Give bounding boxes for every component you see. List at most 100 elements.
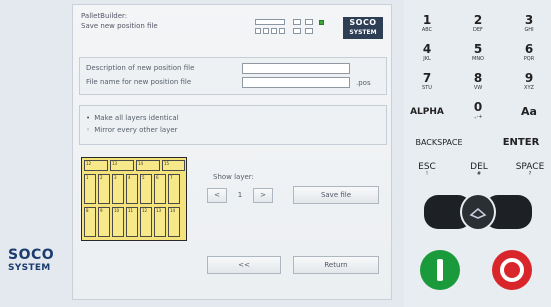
hardware-keypad: 1 ABC 2 DEF 3 GHI 4 JKL 5 MNO 6 PQR 7 ST… xyxy=(404,0,551,307)
block-icon xyxy=(271,28,277,34)
key-8[interactable]: 8 VW xyxy=(465,71,491,92)
key-1-letters: ABC xyxy=(421,27,433,33)
block-icon xyxy=(255,28,261,34)
grid-box: 12 xyxy=(140,207,152,237)
key-del[interactable]: DEL # xyxy=(462,162,496,177)
prev-layer-button[interactable]: < xyxy=(207,188,227,203)
stop-icon xyxy=(500,258,524,282)
show-layer-label: Show layer: xyxy=(213,173,254,181)
start-button[interactable] xyxy=(420,250,460,290)
radio-selected-icon: • xyxy=(86,114,91,122)
grid-box: 14 xyxy=(136,160,160,171)
key-0[interactable]: 0 .,-+ xyxy=(465,100,491,121)
key-del-sub: # xyxy=(476,171,482,177)
radio-identical-layers[interactable]: • Make all layers identical xyxy=(86,114,179,122)
key-esc[interactable]: ESC ! xyxy=(410,162,444,177)
stop-button[interactable] xyxy=(492,250,532,290)
status-led-icon xyxy=(319,20,324,25)
key-2-letters: DEF xyxy=(473,27,483,33)
grid-box: 1 xyxy=(84,174,96,204)
key-2-digit: 2 xyxy=(473,13,483,27)
pallet-layer-grid: 12 13 14 15 1 2 3 4 5 6 7 8 9 10 11 12 1… xyxy=(81,157,187,241)
key-space[interactable]: SPACE ? xyxy=(510,162,550,177)
key-3-digit: 3 xyxy=(524,13,534,27)
description-label: Description of new position file xyxy=(86,64,195,72)
key-1[interactable]: 1 ABC xyxy=(414,13,440,34)
layer-options-panel: • Make all layers identical ◦ Mirror eve… xyxy=(79,105,387,145)
grid-box: 15 xyxy=(162,160,185,171)
grid-box: 11 xyxy=(126,207,138,237)
filename-extension: .pos xyxy=(356,79,371,87)
radio-mirror-label: Mirror every other layer xyxy=(94,126,178,134)
grid-box: 6 xyxy=(154,174,166,204)
grid-box: 14 xyxy=(168,207,180,237)
key-9[interactable]: 9 XYZ xyxy=(516,71,542,92)
block-icon xyxy=(305,28,313,34)
grid-box: 4 xyxy=(126,174,138,204)
block-icon xyxy=(279,28,285,34)
main-screen: PalletBuilder: Save new position file SO… xyxy=(72,4,392,300)
brand-logo: SOCO SYSTEM xyxy=(8,248,62,276)
grid-box: 12 xyxy=(84,160,108,171)
key-5-digit: 5 xyxy=(473,42,483,56)
grid-box: 10 xyxy=(112,207,124,237)
header-logo: SOCO SYSTEM xyxy=(343,17,383,39)
grid-box: 8 xyxy=(84,207,96,237)
key-case[interactable]: Aa xyxy=(512,105,546,118)
filename-input[interactable] xyxy=(242,77,350,88)
key-3-letters: GHI xyxy=(524,27,534,33)
page-subtitle: Save new position file xyxy=(81,22,158,30)
key-4-letters: JKL xyxy=(423,56,431,62)
grid-box: 3 xyxy=(112,174,124,204)
key-3[interactable]: 3 GHI xyxy=(516,13,542,34)
key-6-digit: 6 xyxy=(524,42,534,56)
key-enter[interactable]: ENTER xyxy=(494,137,548,148)
back-button[interactable]: << xyxy=(207,256,281,274)
key-1-digit: 1 xyxy=(422,13,432,27)
brand-logo-top: SOCO xyxy=(8,247,55,263)
key-space-sub: ? xyxy=(528,171,532,177)
key-0-symbols: .,-+ xyxy=(473,114,483,120)
key-0-digit: 0 xyxy=(473,100,483,114)
status-bar-icon xyxy=(255,19,285,25)
key-2[interactable]: 2 DEF xyxy=(465,13,491,34)
key-7[interactable]: 7 STU xyxy=(414,71,440,92)
key-alpha[interactable]: ALPHA xyxy=(406,107,448,117)
key-6-letters: PQR xyxy=(523,56,535,62)
status-icons xyxy=(255,17,337,39)
key-7-letters: STU xyxy=(422,85,432,91)
file-info-panel: Description of new position file File na… xyxy=(79,57,387,95)
block-icon xyxy=(263,28,269,34)
grid-box: 13 xyxy=(154,207,166,237)
grid-box: 9 xyxy=(98,207,110,237)
save-file-button[interactable]: Save file xyxy=(293,186,379,204)
pallet-icon xyxy=(469,208,487,219)
layer-number: 1 xyxy=(237,191,243,199)
radio-identical-label: Make all layers identical xyxy=(94,114,179,122)
grid-box: 5 xyxy=(140,174,152,204)
radio-unselected-icon: ◦ xyxy=(86,126,91,134)
header-logo-top: SOCO xyxy=(349,18,377,27)
key-4[interactable]: 4 JKL xyxy=(414,43,440,63)
header-logo-bottom: SYSTEM xyxy=(349,29,377,36)
block-icon xyxy=(293,19,301,25)
key-esc-sub: ! xyxy=(425,171,428,177)
page-title: PalletBuilder: xyxy=(81,12,128,20)
key-5[interactable]: 5 MNO xyxy=(465,42,491,63)
block-icon xyxy=(305,19,313,25)
next-layer-button[interactable]: > xyxy=(253,188,273,203)
brand-logo-bottom: SYSTEM xyxy=(8,263,51,273)
return-button[interactable]: Return xyxy=(293,256,379,274)
description-input[interactable] xyxy=(242,63,350,74)
key-8-letters: VW xyxy=(473,85,483,91)
center-select-key[interactable] xyxy=(460,193,496,231)
key-6[interactable]: 6 PQR xyxy=(516,42,542,63)
filename-label: File name for new position file xyxy=(86,78,192,86)
radio-mirror-layers[interactable]: ◦ Mirror every other layer xyxy=(86,126,178,134)
key-backspace[interactable]: BACKSPACE xyxy=(404,138,474,147)
key-8-digit: 8 xyxy=(473,71,483,85)
key-9-digit: 9 xyxy=(524,71,534,85)
key-7-digit: 7 xyxy=(422,71,432,85)
grid-box: 2 xyxy=(98,174,110,204)
grid-box: 13 xyxy=(110,160,134,171)
